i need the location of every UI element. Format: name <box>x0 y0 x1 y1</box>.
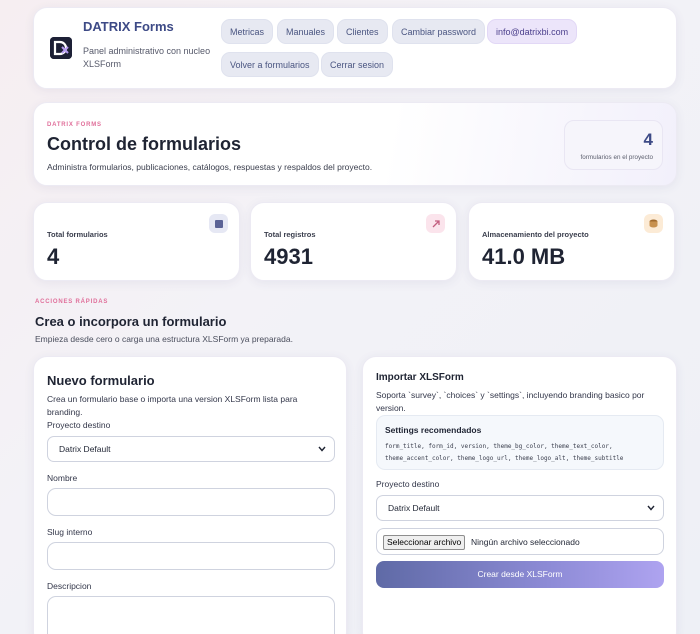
page-title: Control de formularios <box>47 134 242 154</box>
forms-count-label: formularios en el proyecto <box>580 154 653 161</box>
hero-panel: DATRIX FORMS Control de formularios Admi… <box>33 102 677 186</box>
file-status-text: Ningún archivo seleccionado <box>471 537 580 547</box>
datrix-logo-icon <box>50 37 72 59</box>
project-label: Proyecto destino <box>47 420 111 430</box>
recommended-settings-box: Settings recomendados form_title, form_i… <box>376 415 664 470</box>
slug-label: Slug interno <box>47 527 93 537</box>
stat-label: Total registros <box>264 230 316 239</box>
section-eyebrow: ACCIONES RÁPIDAS <box>35 299 109 305</box>
settings-title: Settings recomendados <box>385 425 482 435</box>
project-select[interactable]: Datrix Default <box>47 436 335 462</box>
name-input[interactable] <box>47 488 335 516</box>
hero-eyebrow: DATRIX FORMS <box>47 122 102 128</box>
section-title: Crea o incorpora un formulario <box>35 314 227 329</box>
import-project-label: Proyecto destino <box>376 479 440 489</box>
new-form-description: Crea un formulario base o importa una ve… <box>47 394 298 417</box>
description-label: Descripcion <box>47 581 92 591</box>
stat-label: Almacenamiento del proyecto <box>482 230 589 239</box>
logout-button[interactable]: Cerrar sesion <box>321 52 394 77</box>
new-form-title: Nuevo formulario <box>47 373 155 388</box>
chevron-down-icon <box>647 505 655 511</box>
slug-input[interactable] <box>47 542 335 570</box>
project-select-value: Datrix Default <box>59 444 111 454</box>
database-icon <box>644 214 663 233</box>
forms-count-badge: 4 formularios en el proyecto <box>564 120 663 170</box>
stat-card-almacenamiento: Almacenamiento del proyecto 41.0 MB <box>468 202 675 281</box>
file-input[interactable]: Seleccionar archivo Ningún archivo selec… <box>376 528 664 555</box>
import-project-select[interactable]: Datrix Default <box>376 495 664 521</box>
stat-value: 41.0 MB <box>482 244 566 269</box>
user-email-button[interactable]: info@datrixbi.com <box>487 19 578 44</box>
hero-description: Administra formularios, publicaciones, c… <box>47 162 373 172</box>
stat-value: 4 <box>47 244 60 269</box>
nav-manuales-button[interactable]: Manuales <box>277 19 335 44</box>
brand-subtitle: Panel administrativo con nucleo XLSForm <box>83 46 211 69</box>
chevron-down-icon <box>318 446 326 452</box>
section-description: Empieza desde cero o carga una estructur… <box>35 334 293 344</box>
new-form-panel: Nuevo formulario Crea un formulario base… <box>33 356 347 634</box>
nav-clientes-button[interactable]: Clientes <box>337 19 388 44</box>
arrow-up-right-icon <box>426 214 445 233</box>
stat-label: Total formularios <box>47 230 108 239</box>
square-icon <box>209 214 228 233</box>
stat-card-total-registros: Total registros 4931 <box>250 202 457 281</box>
import-project-select-value: Datrix Default <box>388 503 440 513</box>
nav-cambiar-password-button[interactable]: Cambiar password <box>392 19 486 44</box>
import-title: Importar XLSForm <box>376 372 464 383</box>
nav-metricas-button[interactable]: Metricas <box>221 19 274 44</box>
stat-card-total-formularios: Total formularios 4 <box>33 202 240 281</box>
name-label: Nombre <box>47 473 78 483</box>
settings-fields-list: form_title, form_id, version, theme_bg_c… <box>385 443 624 462</box>
choose-file-button[interactable]: Seleccionar archivo <box>383 535 466 550</box>
top-navigation-bar: DATRIX Forms Panel administrativo con nu… <box>33 7 677 89</box>
nav-volver-formularios-button[interactable]: Volver a formularios <box>221 52 319 77</box>
description-textarea[interactable] <box>47 596 335 634</box>
import-xlsform-panel: Importar XLSForm Soporta `survey`, `choi… <box>362 356 677 634</box>
import-description: Soporta `survey`, `choices` y `settings`… <box>376 390 645 413</box>
forms-count-value: 4 <box>643 130 653 149</box>
brand-name: DATRIX Forms <box>83 19 174 34</box>
stat-value: 4931 <box>264 244 313 269</box>
create-from-xlsform-button[interactable]: Crear desde XLSForm <box>376 561 664 588</box>
